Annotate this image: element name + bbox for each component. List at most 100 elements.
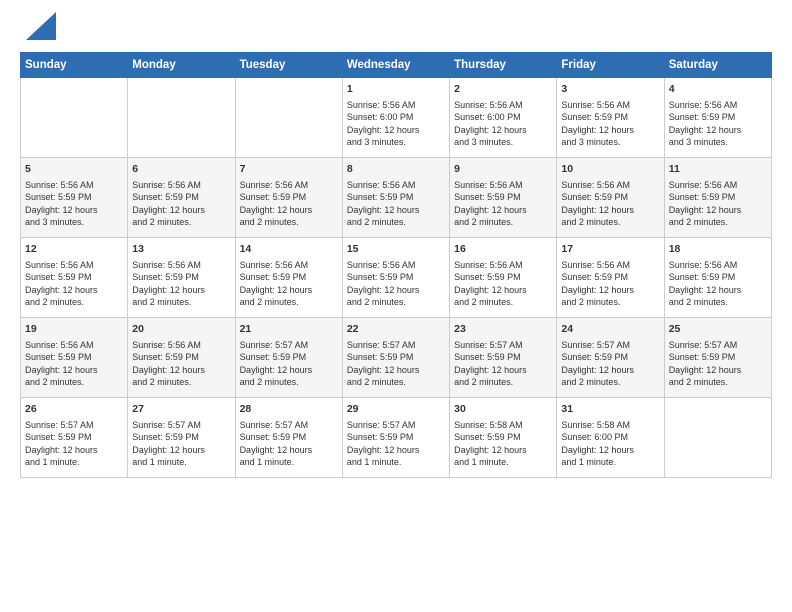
day-number: 27 <box>132 402 230 417</box>
week-row-2: 5Sunrise: 5:56 AM Sunset: 5:59 PM Daylig… <box>21 158 772 238</box>
calendar-cell: 12 Sunrise: 5:56 AM Sunset: 5:59 PM Dayli… <box>21 238 128 318</box>
day-info: Sunrise: 5:56 AM Sunset: 5:59 PM Dayligh… <box>132 339 230 389</box>
calendar-cell: 30 Sunrise: 5:58 AM Sunset: 5:59 PM Dayli… <box>450 398 557 478</box>
day-number: 16 <box>454 242 552 257</box>
day-header-wednesday: Wednesday <box>342 53 449 78</box>
day-number: 22 <box>347 322 445 337</box>
day-info: Sunrise: 5:58 AM Sunset: 5:59 PM Dayligh… <box>454 419 552 469</box>
week-row-3: 12 Sunrise: 5:56 AM Sunset: 5:59 PM Dayli… <box>21 238 772 318</box>
day-info: Sunrise: 5:56 AM Sunset: 5:59 PM Dayligh… <box>25 259 123 309</box>
day-number: 11 <box>669 162 767 177</box>
day-number: 3 <box>561 82 659 97</box>
day-info: Sunrise: 5:56 AM Sunset: 5:59 PM Dayligh… <box>240 179 338 229</box>
day-number: 4 <box>669 82 767 97</box>
calendar-cell: 16 Sunrise: 5:56 AM Sunset: 5:59 PM Dayli… <box>450 238 557 318</box>
logo-icon <box>26 12 56 40</box>
calendar-cell: 4 Sunrise: 5:56 AM Sunset: 5:59 PM Daylig… <box>664 78 771 158</box>
day-number: 8 <box>347 162 445 177</box>
week-row-1: 1Sunrise: 5:56 AM Sunset: 6:00 PM Daylig… <box>21 78 772 158</box>
calendar-cell <box>128 78 235 158</box>
day-header-thursday: Thursday <box>450 53 557 78</box>
calendar-cell: 25Sunrise: 5:57 AM Sunset: 5:59 PM Dayli… <box>664 318 771 398</box>
day-number: 30 <box>454 402 552 417</box>
calendar-cell: 20 Sunrise: 5:56 AM Sunset: 5:59 PM Dayli… <box>128 318 235 398</box>
week-row-5: 26 Sunrise: 5:57 AM Sunset: 5:59 PM Dayli… <box>21 398 772 478</box>
calendar-cell: 24 Sunrise: 5:57 AM Sunset: 5:59 PM Dayli… <box>557 318 664 398</box>
calendar-cell: 17Sunrise: 5:56 AM Sunset: 5:59 PM Dayli… <box>557 238 664 318</box>
day-number: 7 <box>240 162 338 177</box>
days-header-row: SundayMondayTuesdayWednesdayThursdayFrid… <box>21 53 772 78</box>
day-number: 18 <box>669 242 767 257</box>
logo <box>20 16 56 40</box>
day-info: Sunrise: 5:56 AM Sunset: 5:59 PM Dayligh… <box>240 259 338 309</box>
day-info: Sunrise: 5:57 AM Sunset: 5:59 PM Dayligh… <box>25 419 123 469</box>
day-info: Sunrise: 5:57 AM Sunset: 5:59 PM Dayligh… <box>347 419 445 469</box>
calendar-cell: 11 Sunrise: 5:56 AM Sunset: 5:59 PM Dayli… <box>664 158 771 238</box>
calendar-cell <box>21 78 128 158</box>
day-number: 31 <box>561 402 659 417</box>
calendar-cell: 29 Sunrise: 5:57 AM Sunset: 5:59 PM Dayli… <box>342 398 449 478</box>
day-number: 24 <box>561 322 659 337</box>
calendar-cell: 3 Sunrise: 5:56 AM Sunset: 5:59 PM Daylig… <box>557 78 664 158</box>
day-number: 12 <box>25 242 123 257</box>
day-number: 20 <box>132 322 230 337</box>
day-info: Sunrise: 5:57 AM Sunset: 5:59 PM Dayligh… <box>347 339 445 389</box>
day-info: Sunrise: 5:58 AM Sunset: 6:00 PM Dayligh… <box>561 419 659 469</box>
day-number: 15 <box>347 242 445 257</box>
day-info: Sunrise: 5:57 AM Sunset: 5:59 PM Dayligh… <box>240 419 338 469</box>
calendar-cell: 10 Sunrise: 5:56 AM Sunset: 5:59 PM Dayli… <box>557 158 664 238</box>
calendar-cell: 19 Sunrise: 5:56 AM Sunset: 5:59 PM Dayli… <box>21 318 128 398</box>
calendar-cell: 22 Sunrise: 5:57 AM Sunset: 5:59 PM Dayli… <box>342 318 449 398</box>
day-number: 13 <box>132 242 230 257</box>
day-number: 21 <box>240 322 338 337</box>
day-info: Sunrise: 5:56 AM Sunset: 5:59 PM Dayligh… <box>25 179 123 229</box>
calendar-cell: 14 Sunrise: 5:56 AM Sunset: 5:59 PM Dayli… <box>235 238 342 318</box>
calendar-cell <box>235 78 342 158</box>
calendar-cell: 9 Sunrise: 5:56 AM Sunset: 5:59 PM Daylig… <box>450 158 557 238</box>
day-info: Sunrise: 5:56 AM Sunset: 5:59 PM Dayligh… <box>669 179 767 229</box>
day-info: Sunrise: 5:56 AM Sunset: 5:59 PM Dayligh… <box>561 99 659 149</box>
day-header-saturday: Saturday <box>664 53 771 78</box>
day-number: 26 <box>25 402 123 417</box>
day-number: 29 <box>347 402 445 417</box>
calendar-cell <box>664 398 771 478</box>
day-number: 23 <box>454 322 552 337</box>
day-info: Sunrise: 5:56 AM Sunset: 5:59 PM Dayligh… <box>132 179 230 229</box>
calendar-cell: 15 Sunrise: 5:56 AM Sunset: 5:59 PM Dayli… <box>342 238 449 318</box>
day-number: 6 <box>132 162 230 177</box>
calendar-cell: 26 Sunrise: 5:57 AM Sunset: 5:59 PM Dayli… <box>21 398 128 478</box>
day-info: Sunrise: 5:56 AM Sunset: 5:59 PM Dayligh… <box>454 179 552 229</box>
calendar-table: SundayMondayTuesdayWednesdayThursdayFrid… <box>20 52 772 478</box>
calendar-cell: 31 Sunrise: 5:58 AM Sunset: 6:00 PM Dayli… <box>557 398 664 478</box>
calendar-cell: 13 Sunrise: 5:56 AM Sunset: 5:59 PM Dayli… <box>128 238 235 318</box>
day-info: Sunrise: 5:56 AM Sunset: 5:59 PM Dayligh… <box>347 259 445 309</box>
week-row-4: 19 Sunrise: 5:56 AM Sunset: 5:59 PM Dayli… <box>21 318 772 398</box>
day-number: 10 <box>561 162 659 177</box>
day-info: Sunrise: 5:56 AM Sunset: 6:00 PM Dayligh… <box>347 99 445 149</box>
day-info: Sunrise: 5:57 AM Sunset: 5:59 PM Dayligh… <box>132 419 230 469</box>
day-info: Sunrise: 5:56 AM Sunset: 5:59 PM Dayligh… <box>669 99 767 149</box>
calendar-cell: 8 Sunrise: 5:56 AM Sunset: 5:59 PM Daylig… <box>342 158 449 238</box>
calendar-cell: 6 Sunrise: 5:56 AM Sunset: 5:59 PM Daylig… <box>128 158 235 238</box>
day-number: 14 <box>240 242 338 257</box>
day-info: Sunrise: 5:56 AM Sunset: 5:59 PM Dayligh… <box>132 259 230 309</box>
day-info: Sunrise: 5:56 AM Sunset: 6:00 PM Dayligh… <box>454 99 552 149</box>
day-info: Sunrise: 5:56 AM Sunset: 5:59 PM Dayligh… <box>454 259 552 309</box>
day-info: Sunrise: 5:56 AM Sunset: 5:59 PM Dayligh… <box>561 179 659 229</box>
day-info: Sunrise: 5:56 AM Sunset: 5:59 PM Dayligh… <box>347 179 445 229</box>
day-info: Sunrise: 5:57 AM Sunset: 5:59 PM Dayligh… <box>240 339 338 389</box>
day-number: 19 <box>25 322 123 337</box>
day-number: 28 <box>240 402 338 417</box>
calendar-cell: 28 Sunrise: 5:57 AM Sunset: 5:59 PM Dayli… <box>235 398 342 478</box>
day-info: Sunrise: 5:57 AM Sunset: 5:59 PM Dayligh… <box>561 339 659 389</box>
day-info: Sunrise: 5:57 AM Sunset: 5:59 PM Dayligh… <box>454 339 552 389</box>
calendar-cell: 18 Sunrise: 5:56 AM Sunset: 5:59 PM Dayli… <box>664 238 771 318</box>
day-number: 2 <box>454 82 552 97</box>
day-number: 17 <box>561 242 659 257</box>
day-info: Sunrise: 5:56 AM Sunset: 5:59 PM Dayligh… <box>669 259 767 309</box>
day-info: Sunrise: 5:56 AM Sunset: 5:59 PM Dayligh… <box>25 339 123 389</box>
calendar-cell: 1Sunrise: 5:56 AM Sunset: 6:00 PM Daylig… <box>342 78 449 158</box>
day-header-tuesday: Tuesday <box>235 53 342 78</box>
day-number: 9 <box>454 162 552 177</box>
calendar-cell: 23 Sunrise: 5:57 AM Sunset: 5:59 PM Dayli… <box>450 318 557 398</box>
